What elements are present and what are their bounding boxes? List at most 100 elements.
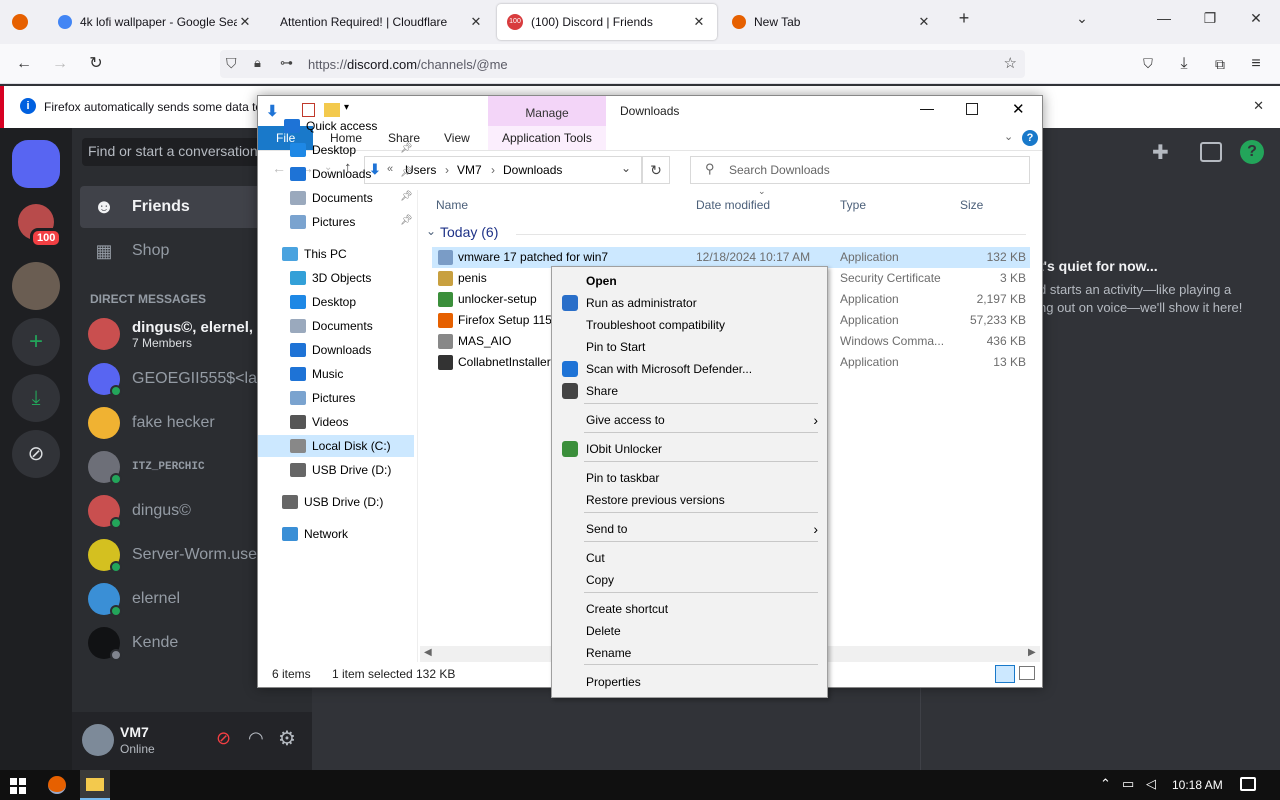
large-icons-view-icon[interactable] [1019, 666, 1035, 680]
firefox-view-icon[interactable] [12, 14, 28, 30]
close-window-icon[interactable]: ✕ [1236, 10, 1276, 27]
download-apps-icon[interactable]: ⤓ [12, 374, 60, 422]
headphones-icon[interactable]: ◠ [248, 728, 264, 749]
show-hidden-icons-chevron[interactable]: ⌃ [1100, 776, 1111, 792]
menu-item-pin-to-start[interactable]: Pin to Start [555, 336, 824, 358]
permissions-icon[interactable]: ⊶ [280, 55, 293, 71]
menu-item-delete[interactable]: Delete [555, 620, 824, 642]
menu-item-properties[interactable]: Properties [555, 671, 824, 693]
extensions-icon[interactable]: ⧉ [1208, 52, 1232, 76]
scroll-right-icon[interactable]: ▶ [1028, 647, 1036, 658]
menu-item-copy[interactable]: Copy [555, 569, 824, 591]
menu-item-give-access-to[interactable]: Give access to › [555, 409, 824, 431]
downloads-icon[interactable]: ⤓ [1172, 52, 1196, 76]
nav-pictures[interactable]: Pictures [290, 211, 355, 233]
help-icon[interactable]: ? [1022, 130, 1038, 146]
details-view-icon[interactable] [995, 665, 1015, 683]
menu-item-restore-previous-versions[interactable]: Restore previous versions [555, 489, 824, 511]
search-downloads-input[interactable]: ⚲ Search Downloads [690, 156, 1030, 184]
nav-quick-access[interactable]: Quick access [284, 115, 377, 137]
nav-documents[interactable]: Documents [290, 315, 373, 337]
explore-icon[interactable]: ⊘ [12, 430, 60, 478]
column-header-type[interactable]: Type [840, 198, 866, 212]
group-collapse-chevron-icon[interactable]: ⌄ [426, 224, 436, 238]
add-server-icon[interactable]: + [12, 318, 60, 366]
breadcrumb-overflow-icon[interactable]: « [387, 163, 393, 175]
menu-item-pin-to-taskbar[interactable]: Pin to taskbar [555, 467, 824, 489]
breadcrumb-vm7[interactable]: VM7 [457, 163, 482, 177]
pin-icon[interactable]: 📌︎ [400, 215, 413, 226]
menu-item-iobit-unlocker[interactable]: IObit Unlocker [555, 438, 824, 460]
url-bar[interactable]: ⛉ 🔒︎ ⊶ https://discord.com/channels/@me … [220, 50, 1025, 78]
server-avatar[interactable] [12, 262, 60, 310]
maximize-icon[interactable] [966, 103, 978, 115]
forward-icon[interactable]: → [48, 52, 72, 76]
lock-icon[interactable]: 🔒︎ [254, 55, 261, 71]
menu-item-run-as-administrator[interactable]: Run as administrator [555, 292, 824, 314]
close-tab-icon[interactable]: ✕ [468, 14, 484, 30]
reload-icon[interactable]: ↻ [84, 52, 108, 76]
windows-start-icon[interactable] [10, 778, 26, 794]
minimize-icon[interactable]: — [920, 100, 934, 116]
tab-view[interactable]: View [434, 126, 480, 150]
url-text[interactable]: https://discord.com/channels/@me [308, 57, 508, 72]
new-tab-plus-icon[interactable]: + [944, 8, 984, 29]
file-row[interactable]: vmware 17 patched for win7 12/18/2024 10:… [432, 247, 1030, 268]
username[interactable]: VM7 [120, 724, 149, 740]
refresh-icon[interactable]: ↻ [642, 156, 670, 184]
tab-application-tools[interactable]: Application Tools [488, 126, 606, 150]
tab-cloudflare[interactable]: Attention Required! | Cloudflare ✕ [270, 4, 494, 40]
tab-list-chevron-icon[interactable]: ⌄ [1062, 10, 1102, 27]
menu-item-create-shortcut[interactable]: Create shortcut [555, 598, 824, 620]
close-window-icon[interactable]: ✕ [1012, 100, 1025, 118]
tab-new-tab[interactable]: New Tab ✕ [722, 4, 942, 40]
breadcrumb-separator-icon[interactable]: › [491, 163, 495, 177]
nav-videos[interactable]: Videos [290, 411, 348, 433]
breadcrumb-separator-icon[interactable]: › [445, 163, 449, 177]
self-avatar[interactable] [82, 724, 114, 756]
breadcrumb-downloads[interactable]: Downloads [503, 163, 562, 177]
nav-this-pc[interactable]: This PC [282, 243, 347, 265]
nav-3d-objects[interactable]: 3D Objects [290, 267, 371, 289]
pocket-icon[interactable]: ⛉ [1136, 52, 1160, 76]
nav-downloads[interactable]: Downloads [290, 163, 371, 185]
menu-item-troubleshoot-compatibility[interactable]: Troubleshoot compatibility [555, 314, 824, 336]
back-icon[interactable]: ← [272, 160, 286, 176]
nav-usb-drive-d[interactable]: USB Drive (D:) [290, 459, 391, 481]
menu-item-rename[interactable]: Rename [555, 642, 824, 664]
nav-downloads[interactable]: Downloads [290, 339, 371, 361]
close-tab-icon[interactable]: ✕ [916, 14, 932, 30]
notifications-icon[interactable] [1240, 777, 1256, 791]
menu-icon[interactable]: ≡ [1244, 52, 1268, 76]
discord-home-icon[interactable] [12, 140, 60, 188]
scroll-left-icon[interactable]: ◀ [424, 647, 432, 658]
expand-ribbon-chevron-icon[interactable]: ⌄ [1004, 130, 1013, 143]
column-header-date[interactable]: Date modified [696, 198, 770, 212]
pin-icon[interactable]: 📌︎ [400, 191, 413, 202]
nav-usb-drive-d[interactable]: USB Drive (D:) [282, 491, 383, 513]
menu-item-open[interactable]: Open [555, 270, 824, 292]
menu-item-share[interactable]: Share [555, 380, 824, 402]
clock[interactable]: 10:18 AM [1172, 778, 1223, 792]
nav-pictures[interactable]: Pictures [290, 387, 355, 409]
nav-desktop[interactable]: Desktop [290, 291, 356, 313]
customize-quick-access-icon[interactable]: ▾ [344, 102, 349, 113]
back-icon[interactable]: ← [12, 52, 36, 76]
settings-gear-icon[interactable]: ⚙ [278, 726, 296, 751]
close-tab-icon[interactable]: ✕ [691, 14, 707, 30]
nav-documents[interactable]: Documents [290, 187, 373, 209]
shield-tracking-icon[interactable]: ⛉ [226, 55, 237, 72]
mute-mic-icon[interactable]: ⊘ [216, 728, 231, 749]
menu-item-scan-with-microsoft-defender[interactable]: Scan with Microsoft Defender... [555, 358, 824, 380]
address-dropdown-chevron-icon[interactable]: ⌄ [621, 161, 631, 175]
file-explorer-taskbar-icon[interactable] [80, 770, 110, 800]
tab-discord[interactable]: 100 (100) Discord | Friends ✕ [497, 4, 717, 40]
volume-muted-icon[interactable]: ◁ [1146, 776, 1156, 792]
nav-music[interactable]: Music [290, 363, 343, 385]
group-header-today[interactable]: Today (6) [440, 224, 498, 240]
firefox-taskbar-icon[interactable] [48, 776, 66, 794]
nav-desktop[interactable]: Desktop [290, 139, 356, 161]
column-header-size[interactable]: Size [960, 198, 983, 212]
nav-local-disk-c[interactable]: Local Disk (C:) [258, 435, 414, 457]
menu-item-send-to[interactable]: Send to › [555, 518, 824, 540]
